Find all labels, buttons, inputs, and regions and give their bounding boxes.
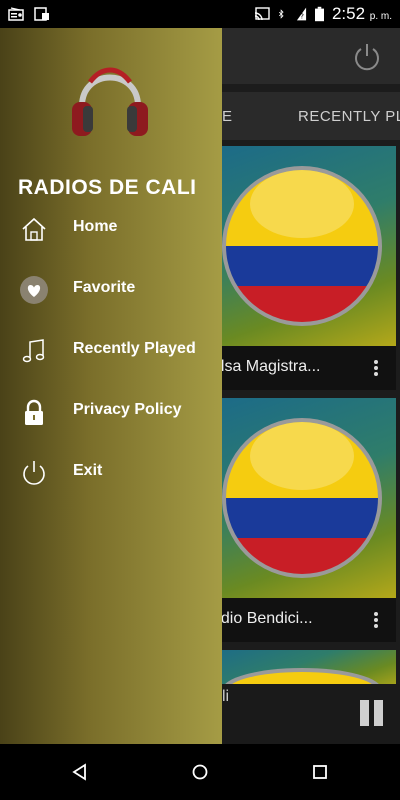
menu-item-label: Privacy Policy — [73, 401, 182, 418]
station-card[interactable]: alsa Magistra... — [200, 146, 396, 390]
cast-icon — [254, 7, 270, 21]
back-icon[interactable] — [70, 762, 90, 782]
tab-favorite[interactable]: E — [222, 108, 233, 125]
station-title: alsa Magistra... — [212, 358, 321, 375]
now-playing-title: li — [222, 688, 230, 705]
signal-unknown-icon: ? — [296, 7, 307, 21]
menu-item-label: Recently Played — [73, 340, 196, 357]
drawer-title: RADIOS DE CALI — [18, 176, 197, 199]
menu-item-favorite[interactable]: Favorite — [0, 264, 222, 314]
battery-icon — [314, 6, 324, 22]
more-options-icon[interactable] — [374, 610, 378, 630]
lock-icon — [25, 399, 43, 425]
status-bar: ? 2:52 p. m. — [0, 0, 400, 28]
notification-icon — [34, 7, 49, 21]
pause-button[interactable] — [360, 700, 384, 726]
colombia-flag-icon — [222, 418, 382, 578]
station-artwork — [200, 398, 396, 598]
menu-item-label: Exit — [73, 462, 103, 479]
menu-item-exit[interactable]: Exit — [0, 447, 222, 497]
menu-item-privacy-policy[interactable]: Privacy Policy — [0, 386, 222, 436]
system-nav-bar — [0, 744, 400, 800]
home-nav-icon[interactable] — [190, 762, 210, 782]
power-icon — [23, 461, 45, 485]
svg-text:?: ? — [300, 12, 304, 21]
navigation-drawer: RADIOS DE CALI Home Favorite Recently Pl… — [0, 28, 222, 744]
menu-item-label: Favorite — [73, 279, 136, 296]
station-artwork — [200, 146, 396, 346]
tab-recently-played[interactable]: RECENTLY PL — [298, 108, 400, 125]
bluetooth-icon — [278, 9, 284, 19]
clock: 2:52 p. m. — [331, 4, 392, 23]
station-title: adio Bendici... — [212, 610, 313, 627]
home-icon — [22, 217, 46, 241]
heart-icon — [20, 276, 48, 304]
station-card[interactable]: adio Bendici... — [200, 398, 396, 642]
menu-item-home[interactable]: Home — [0, 203, 222, 253]
menu-item-recently-played[interactable]: Recently Played — [0, 325, 222, 375]
colombia-flag-icon — [222, 166, 382, 326]
radio-app-icon — [8, 7, 24, 21]
music-note-icon — [22, 339, 45, 363]
headphones-logo — [72, 67, 148, 136]
recents-icon[interactable] — [310, 762, 330, 782]
station-caption: alsa Magistra... — [200, 346, 396, 390]
more-options-icon[interactable] — [374, 358, 378, 378]
station-caption: adio Bendici... — [200, 598, 396, 642]
menu-item-label: Home — [73, 218, 118, 235]
power-icon[interactable] — [352, 42, 382, 72]
